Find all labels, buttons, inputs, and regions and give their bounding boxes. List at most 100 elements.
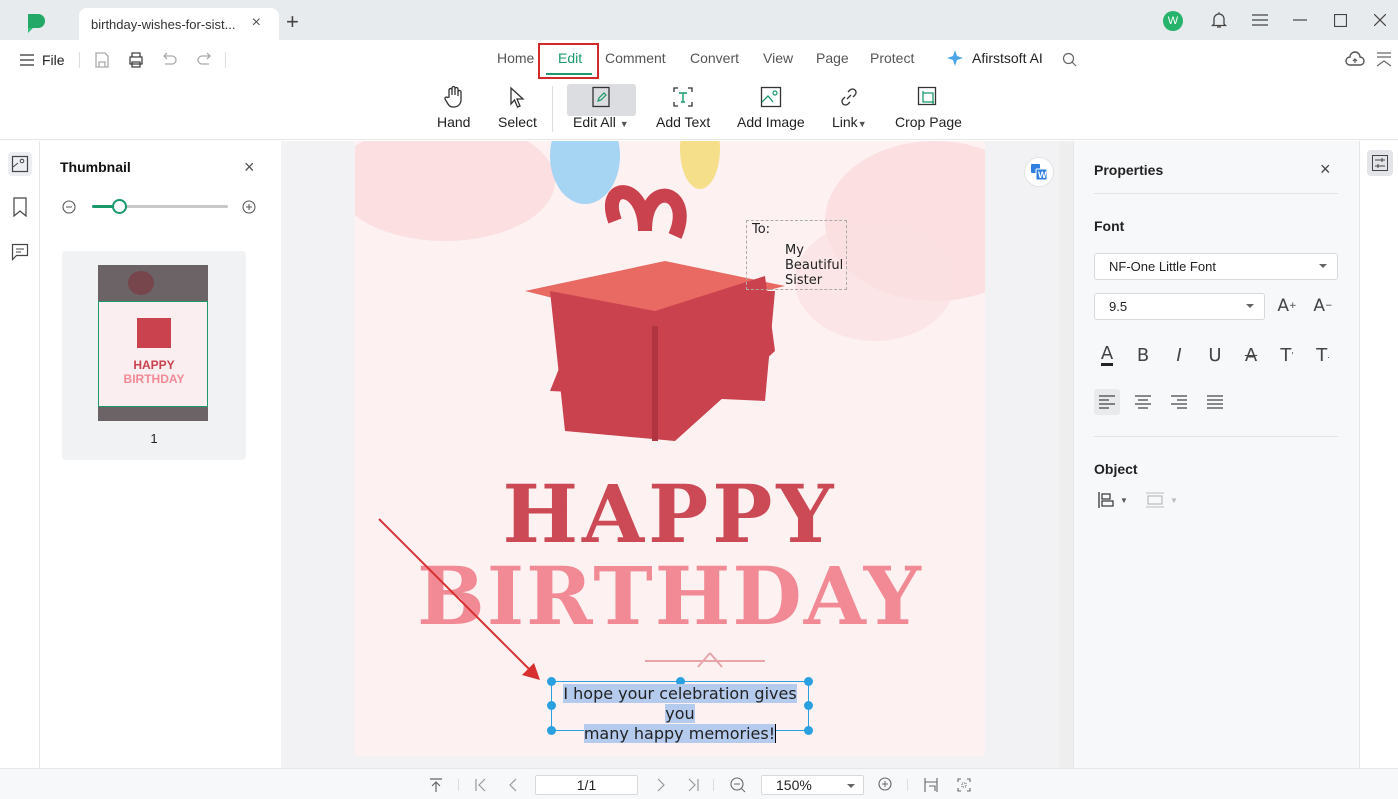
bell-icon[interactable] (1209, 10, 1229, 30)
bookmark-icon[interactable] (8, 195, 32, 219)
save-icon[interactable] (93, 51, 111, 69)
cursor-icon (504, 84, 530, 110)
document-tab[interactable]: birthday-wishes-for-sist... × (79, 8, 279, 40)
align-center-icon[interactable] (1130, 389, 1156, 415)
fullscreen-icon[interactable] (955, 776, 973, 794)
first-page-icon[interactable] (472, 776, 490, 794)
add-text-label: Add Text (656, 114, 711, 130)
comment-icon[interactable] (8, 240, 32, 264)
print-icon[interactable] (127, 51, 145, 69)
thumbnail-viewport: HAPPY BIRTHDAY (98, 301, 208, 407)
select-label: Select (498, 114, 537, 130)
thumbnail-image: HAPPY BIRTHDAY (98, 265, 208, 421)
properties-toggle-icon[interactable] (1367, 150, 1393, 176)
file-menu-button[interactable]: File (20, 52, 65, 68)
underline-icon[interactable]: U (1202, 342, 1228, 368)
tab-convert[interactable]: Convert (690, 50, 739, 66)
active-tab-indicator (546, 73, 592, 75)
add-image-label: Add Image (737, 114, 805, 130)
align-right-icon[interactable] (1166, 389, 1192, 415)
object-section-label: Object (1094, 461, 1138, 477)
align-left-icon[interactable] (1094, 389, 1120, 415)
close-tab-icon[interactable]: × (252, 14, 261, 32)
recipient-text: My Beautiful Sister (785, 243, 844, 288)
page-thumbnail[interactable]: HAPPY BIRTHDAY 1 (62, 251, 246, 460)
bold-icon[interactable]: B (1130, 342, 1156, 368)
object-distribute-icon (1146, 492, 1164, 508)
edit-all-label: Edit All ▼ (573, 114, 629, 130)
message-text[interactable]: I hope your celebration gives you many h… (551, 684, 809, 744)
close-thumbnail-icon[interactable]: × (244, 157, 255, 178)
font-family-select[interactable]: NF-One Little Font (1094, 253, 1338, 280)
subscript-icon[interactable]: T. (1310, 342, 1336, 368)
thumbnail-panel-icon[interactable] (8, 152, 32, 176)
minimize-icon[interactable] (1290, 10, 1310, 30)
vertical-scrollbar[interactable] (1059, 141, 1073, 768)
new-tab-button[interactable]: + (286, 9, 299, 35)
file-label: File (42, 52, 65, 68)
zoom-out-icon[interactable] (729, 776, 747, 794)
status-bar: 1/1 150% (0, 768, 1398, 799)
add-image-button[interactable]: Add Image (737, 84, 805, 130)
menu-icon (20, 54, 34, 66)
tab-view[interactable]: View (763, 50, 793, 66)
collapse-ribbon-icon[interactable] (1376, 52, 1392, 68)
hand-icon (441, 84, 467, 110)
yellow-balloon (680, 141, 720, 189)
svg-text:W: W (1038, 170, 1047, 180)
text-color-icon[interactable]: A (1094, 342, 1120, 368)
link-button[interactable]: Link▼ (832, 84, 867, 130)
zoom-in-icon[interactable] (877, 776, 895, 794)
tab-home[interactable]: Home (497, 50, 534, 66)
maximize-icon[interactable] (1330, 10, 1350, 30)
cloud-upload-icon[interactable] (1345, 51, 1365, 69)
crop-page-button[interactable]: Crop Page (895, 84, 962, 130)
close-properties-icon[interactable]: × (1320, 159, 1331, 180)
edit-all-button[interactable]: Edit All ▼ (573, 84, 629, 130)
zoom-level-select[interactable]: 150% (761, 775, 864, 795)
tab-protect[interactable]: Protect (870, 50, 914, 66)
prev-page-icon[interactable] (504, 776, 522, 794)
search-icon[interactable] (1062, 52, 1077, 70)
convert-to-word-button[interactable]: W (1024, 157, 1054, 187)
redo-icon[interactable] (195, 51, 213, 69)
user-avatar[interactable]: W (1163, 11, 1183, 31)
font-size-select[interactable]: 9.5 (1094, 293, 1265, 320)
to-label: To: (752, 222, 771, 237)
undo-icon[interactable] (161, 51, 179, 69)
sparkle-icon (946, 49, 964, 70)
crop-page-label: Crop Page (895, 114, 962, 130)
font-size-value: 9.5 (1109, 299, 1128, 314)
zoom-out-thumb-icon[interactable] (62, 200, 77, 215)
annotation-arrow (378, 518, 540, 680)
title-bar: birthday-wishes-for-sist... × + W (0, 0, 1398, 40)
scroll-to-top-icon[interactable] (427, 776, 445, 794)
thumbnail-page-number: 1 (150, 431, 158, 446)
tab-comment[interactable]: Comment (605, 50, 666, 66)
close-icon[interactable] (1370, 10, 1390, 30)
page-number-input[interactable]: 1/1 (535, 775, 638, 795)
superscript-icon[interactable]: T ' (1274, 342, 1300, 368)
document-tab-title: birthday-wishes-for-sist... (91, 16, 236, 32)
hand-tool-button[interactable]: Hand (437, 84, 470, 130)
strikethrough-icon[interactable]: A (1238, 342, 1264, 368)
italic-icon[interactable]: I (1166, 342, 1192, 368)
decrease-font-icon[interactable]: A − (1310, 293, 1336, 319)
object-distribute-dropdown[interactable]: ▼ (1146, 492, 1178, 508)
align-justify-icon[interactable] (1202, 389, 1228, 415)
hamburger-icon[interactable] (1250, 10, 1270, 30)
tab-afirstsoft-ai[interactable]: Afirstsoft AI (972, 50, 1043, 66)
tab-page[interactable]: Page (816, 50, 849, 66)
select-tool-button[interactable]: Select (498, 84, 537, 130)
thumb-happy-text: HAPPY (133, 358, 175, 372)
increase-font-icon[interactable]: A + (1274, 293, 1300, 319)
next-page-icon[interactable] (652, 776, 670, 794)
zoom-in-thumb-icon[interactable] (242, 200, 257, 215)
thumb-birthday-text: BIRTHDAY (123, 372, 185, 386)
object-align-dropdown[interactable]: ▼ (1098, 492, 1128, 508)
object-align-icon (1098, 492, 1114, 508)
fit-width-icon[interactable] (922, 776, 940, 794)
last-page-icon[interactable] (684, 776, 702, 794)
add-text-button[interactable]: Add Text (656, 84, 710, 130)
slider-handle[interactable] (112, 199, 127, 214)
